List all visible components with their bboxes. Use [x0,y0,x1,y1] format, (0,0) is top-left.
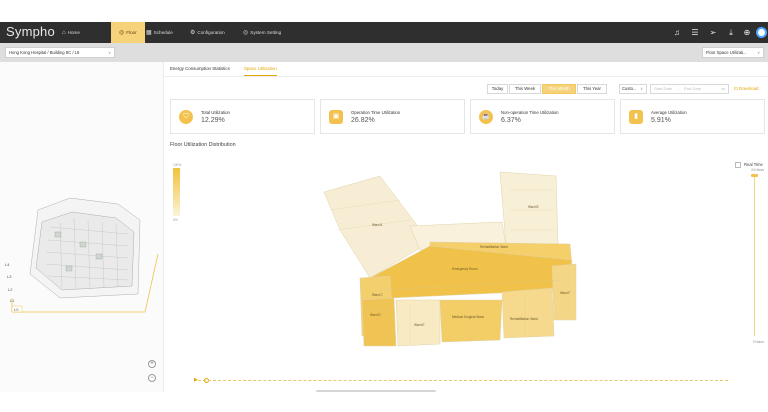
tab-space-utilization[interactable]: Space Utilization [244,64,277,76]
stat-value: 12.29% [201,117,225,124]
room-label: Ward C [372,293,383,297]
room-label: Emergency Room [452,267,478,271]
stat-value: 26.82% [351,117,375,124]
download-button[interactable]: ⊡ Download [734,84,758,94]
cup-icon: ☕ [479,110,493,124]
legend-max: 100% [173,163,182,167]
stat-label: Total Utilization [201,110,230,115]
stat-card-total: ⛉ Total Utilization 12.29% [170,99,315,134]
tab-divider [164,76,768,77]
room-label: Medical Surgical Ward [452,315,484,319]
slider-top-label: 24 Hours [751,168,764,172]
period-today[interactable]: Today [487,84,508,94]
globe-icon[interactable]: ⊕ [742,26,752,39]
chevron-down-icon: ∨ [640,86,643,91]
start-date-placeholder: Start Date [654,86,673,91]
site-select[interactable]: Hong Kong Hospital / Building 8C / L8 ∨ [5,47,115,58]
filter-bar: Hong Kong Hospital / Building 8C / L8 ∨ F… [0,43,768,62]
time-slider-track[interactable] [754,176,755,336]
stat-card-operation: ▣ Operation Time Utilization 26.82% [320,99,465,134]
download-icon: ⊡ [734,86,738,91]
chevron-down-icon: ∨ [108,50,111,55]
period-this-year[interactable]: This Year [577,84,607,94]
floor-label-l1: L1 [10,298,15,303]
avatar[interactable] [756,27,767,38]
room-label: Ward E [414,323,425,327]
utilization-legend-bar [173,168,180,216]
slider-bottom-label: 0 Hours [752,340,764,344]
timeline-track[interactable] [198,380,728,381]
settings-icon: ◎ [243,30,249,36]
nav-schedule[interactable]: ▦ Schedule [146,22,173,43]
range-arrow-icon: → [676,86,681,91]
zone-ward-d[interactable] [361,297,397,347]
room-label: Ward D [370,313,381,317]
zoom-out-button[interactable]: − [148,374,156,382]
section-title: Floor Utilization Distribution [170,142,236,148]
send-icon[interactable]: ➢ [708,26,718,39]
top-navigation-bar: Sympho ⌂ Home ◎ Floor ▦ Schedule ⚙ Configura… [0,22,768,43]
calendar-icon: ▦ [146,30,152,36]
building-3d-view[interactable]: L4 L3 L2 L1 L0 + − [0,62,164,392]
stat-value: 6.37% [501,117,521,124]
legend-min: 0% [173,218,178,222]
briefcase-icon: ▣ [329,110,343,124]
period-this-month[interactable]: This Month [542,84,576,94]
floor-plan-map[interactable]: Ward A Ward B Rehabilitation Ward Emerge… [310,160,590,370]
nav-floor[interactable]: ◎ Floor [111,22,145,43]
floor-label-l2: L2 [8,287,13,292]
calendar-icon: ▭ [721,86,725,91]
date-range-picker[interactable]: Start Date → End Date ▭ [650,84,729,94]
space-type-select[interactable]: Floor Space Utilizati... ∨ [702,47,764,58]
floor-label-l4: L4 [5,262,10,267]
menu-icon[interactable]: ☰ [690,26,700,39]
zoom-in-button[interactable]: + [148,360,156,368]
nav-home[interactable]: ⌂ Home [62,22,80,43]
bar-chart-icon: ▮ [629,110,643,124]
bell-icon[interactable]: ♫ [672,26,682,39]
tab-energy-consumption[interactable]: Energy Consumption Statistics [170,64,230,76]
room-label: Rehabilitation Ward [480,245,508,249]
realtime-label: Real Time [744,162,763,167]
horizontal-scrollbar[interactable] [316,390,436,392]
time-slider-handle[interactable] [751,174,758,177]
period-this-week[interactable]: This Week [509,84,541,94]
zone-ward-b[interactable] [499,171,559,247]
stat-label: Average Utilization [651,110,687,115]
building-3d-model[interactable]: L4 L3 L2 L1 L0 [0,62,164,392]
room-label: Rehabilitation Ward [510,317,538,321]
room-label: Ward B [528,205,539,209]
stat-value: 5.91% [651,117,671,124]
gear-icon: ⚙ [190,30,196,36]
zone-med-surgical[interactable] [439,299,503,343]
brand-logo[interactable]: Sympho [6,24,55,39]
floor-label-l3: L3 [7,274,12,279]
room-label: Ward A [372,223,383,227]
header-actions: ♫ ☰ ➢ ⤓ ⊕ [662,26,767,39]
zone-rehab-bottom[interactable] [501,287,555,339]
chevron-down-icon: ∨ [757,50,760,55]
stat-label: Non-operation Time Utilization [501,110,559,115]
nav-configuration[interactable]: ⚙ Configuration [190,22,225,43]
end-date-placeholder: End Date [684,86,701,91]
stat-label: Operation Time Utilization [351,110,401,115]
stat-card-non-operation: ☕ Non-operation Time Utilization 6.37% [470,99,615,134]
stat-card-average: ▮ Average Utilization 5.91% [620,99,765,134]
home-icon: ⌂ [62,30,66,36]
shield-icon: ⛉ [179,110,193,124]
room-label: Ward F [560,291,570,295]
custom-range-select[interactable]: Custo... ∨ [619,84,647,94]
realtime-checkbox[interactable] [735,162,741,168]
download-icon[interactable]: ⤓ [726,26,736,39]
nav-system-setting[interactable]: ◎ System Setting [243,22,281,43]
floor-icon: ◎ [119,30,125,36]
floor-label-l0: L0 [14,307,19,312]
